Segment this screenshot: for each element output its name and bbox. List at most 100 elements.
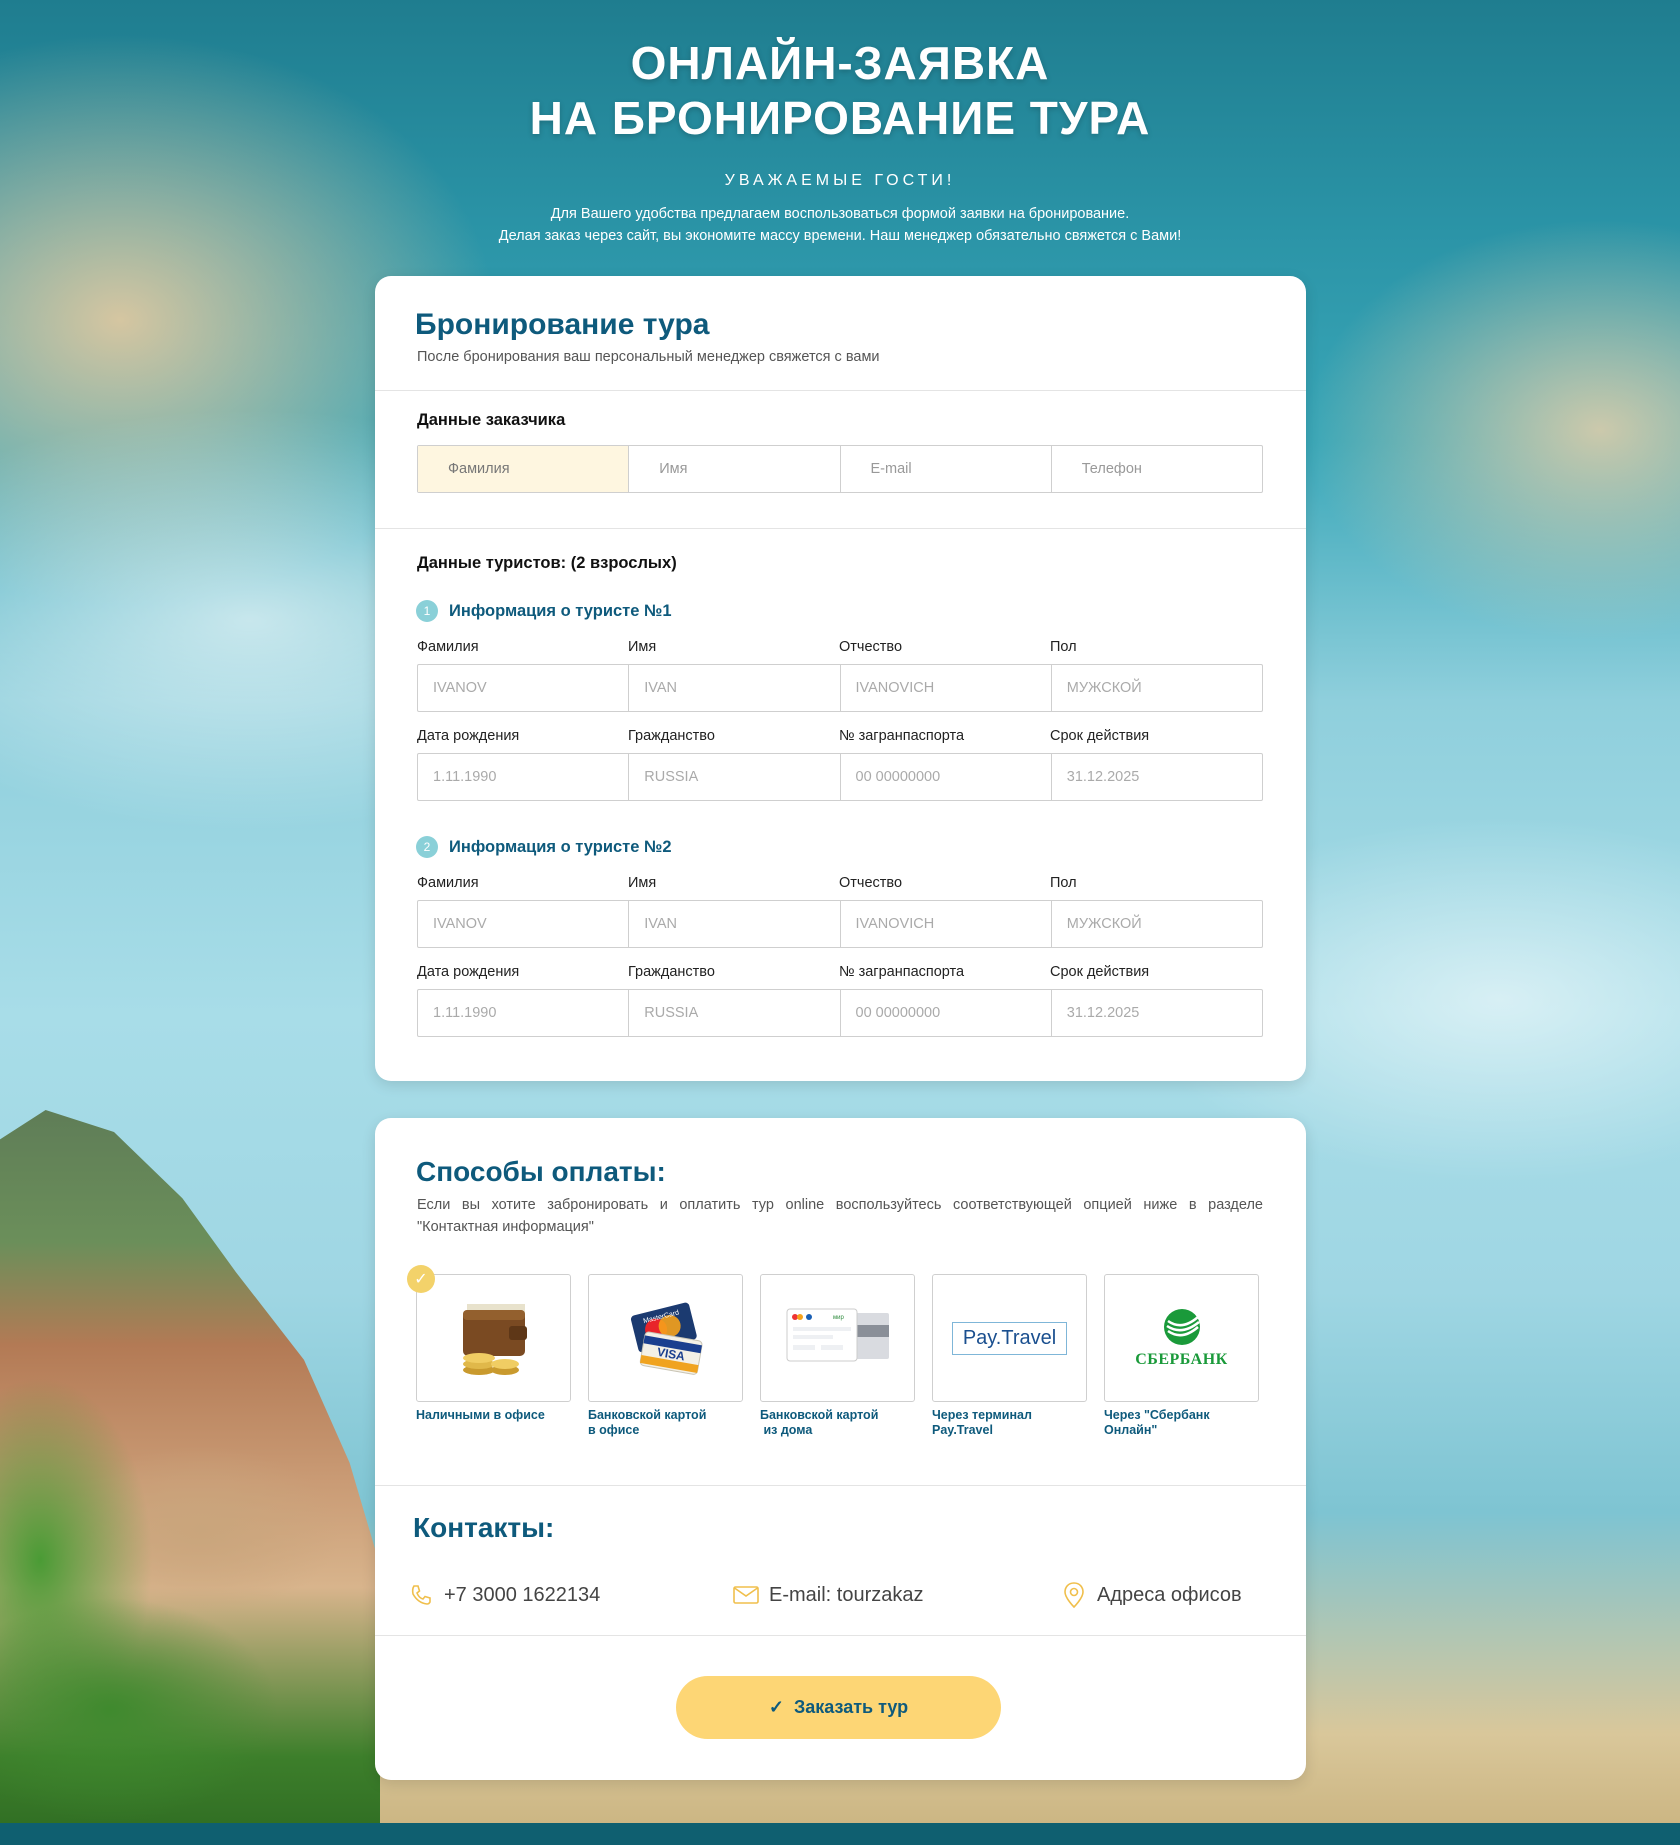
- tourist-2-labels-row-2: Дата рождения Гражданство № загранпаспор…: [417, 964, 1261, 980]
- caption-line: Через терминал: [932, 1408, 1032, 1422]
- island-background: [0, 1110, 380, 1845]
- address-text[interactable]: Адреса офисов: [1097, 1584, 1242, 1607]
- payment-option-box[interactable]: Pay.Travel: [932, 1274, 1087, 1402]
- field-label: Пол: [1050, 639, 1077, 655]
- lastname-input[interactable]: Фамилия: [418, 446, 630, 492]
- tourist-1-header: 1 Информация о туристе №1: [416, 600, 672, 622]
- phone-text[interactable]: +7 3000 1622134: [444, 1584, 600, 1607]
- tourist-1-title: Информация о туристе №1: [449, 601, 672, 620]
- payment-desc-line-1: Если вы хотите забронировать и оплатить …: [417, 1197, 1263, 1213]
- payment-description: Если вы хотите забронировать и оплатить …: [417, 1194, 1263, 1238]
- selected-check-icon: ✓: [407, 1265, 435, 1293]
- hero-title: ОНЛАЙН-ЗАЯВКА НА БРОНИРОВАНИЕ ТУРА: [0, 36, 1680, 146]
- payment-desc-line-2: "Контактная информация": [417, 1219, 594, 1235]
- caption-line: Pay.Travel: [932, 1423, 993, 1437]
- booking-title: Бронирование тура: [415, 308, 710, 341]
- payment-option-paytravel[interactable]: Pay.Travel Через терминал Pay.Travel: [932, 1274, 1087, 1438]
- payment-option-label: Наличными в офисе: [416, 1408, 571, 1423]
- field-label: № загранпаспорта: [839, 728, 965, 744]
- tourist-birthdate-input[interactable]: 1.11.1990: [418, 990, 630, 1036]
- mail-icon: [733, 1582, 759, 1608]
- check-icon: ✓: [768, 1697, 784, 1717]
- caption-line: Банковской картой: [588, 1408, 707, 1422]
- tourist-firstname-input[interactable]: IVAN: [629, 665, 841, 711]
- online-card-tag: мир: [833, 1315, 844, 1321]
- divider: [375, 528, 1306, 529]
- phone-input[interactable]: Телефон: [1052, 446, 1262, 492]
- tourist-gender-select[interactable]: МУЖСКОЙ: [1052, 665, 1262, 711]
- payment-option-box[interactable]: СБЕРБАНК: [1104, 1274, 1259, 1402]
- tourist-gender-select[interactable]: МУЖСКОЙ: [1052, 901, 1262, 947]
- tourist-passport-input[interactable]: 00 00000000: [841, 990, 1052, 1036]
- contacts-title: Контакты:: [413, 1512, 555, 1543]
- payment-option-sberbank[interactable]: СБЕРБАНК Через "Сбербанк Онлайн": [1104, 1274, 1259, 1438]
- cards-icon: MasterCard VISA: [630, 1302, 703, 1375]
- tourist-passport-input[interactable]: 00 00000000: [841, 754, 1052, 800]
- tourist-patronymic-input[interactable]: IVANOVICH: [841, 665, 1052, 711]
- contact-phone[interactable]: +7 3000 1622134: [408, 1582, 600, 1608]
- email-input[interactable]: E-mail: [841, 446, 1052, 492]
- tourist-expiry-input[interactable]: 31.12.2025: [1052, 990, 1262, 1036]
- field-label: Дата рождения: [417, 964, 520, 980]
- hero-subtitle: УВАЖАЕМЫЕ ГОСТИ!: [724, 172, 956, 189]
- field-label: Срок действия: [1050, 964, 1150, 980]
- hero-desc-line-2: Делая заказ через сайт, вы экономите мас…: [498, 228, 1182, 244]
- payment-option-label: Банковской картой в офисе: [588, 1408, 743, 1438]
- payment-option-box[interactable]: MasterCard VISA: [588, 1274, 743, 1402]
- hero-description: Для Вашего удобства предлагаем воспользо…: [0, 203, 1680, 247]
- payment-option-cash[interactable]: ✓ Наличными в офисе: [407, 1265, 571, 1423]
- tourist-lastname-input[interactable]: IVANOV: [418, 901, 630, 947]
- payment-option-label: Банковской картой из дома: [760, 1408, 915, 1438]
- tourist-patronymic-input[interactable]: IVANOVICH: [841, 901, 1052, 947]
- caption-line: в офисе: [588, 1423, 640, 1437]
- tourist-birthdate-input[interactable]: 1.11.1990: [418, 754, 630, 800]
- tourist-citizenship-input[interactable]: RUSSIA: [629, 990, 841, 1036]
- tourist-expiry-input[interactable]: 31.12.2025: [1052, 754, 1262, 800]
- payment-option-box[interactable]: ✓: [407, 1265, 571, 1402]
- field-label: Имя: [628, 639, 657, 655]
- firstname-input[interactable]: Имя: [629, 446, 841, 492]
- tourist-citizenship-input[interactable]: RUSSIA: [629, 754, 841, 800]
- email-text[interactable]: E-mail: tourzakaz: [769, 1584, 924, 1607]
- wallet-icon: [462, 1304, 527, 1375]
- tourist-lastname-input[interactable]: IVANOV: [418, 665, 630, 711]
- tourist-1-labels-row-1: Фамилия Имя Отчество Пол: [417, 639, 1261, 655]
- payment-option-label: Через терминал Pay.Travel: [932, 1408, 1087, 1438]
- caption-line: Банковской картой: [760, 1408, 879, 1422]
- tourist-2-fields-row-1: IVANOV IVAN IVANOVICH МУЖСКОЙ: [417, 900, 1263, 948]
- field-label: Пол: [1050, 875, 1077, 891]
- tourist-2-header: 2 Информация о туристе №2: [416, 836, 672, 858]
- field-label: Отчество: [839, 639, 903, 655]
- order-tour-button[interactable]: ✓ Заказать тур: [676, 1676, 1001, 1739]
- divider: [375, 390, 1306, 391]
- tourist-2-labels-row-1: Фамилия Имя Отчество Пол: [417, 875, 1261, 891]
- payment-option-card-home[interactable]: мир Банковской картой из дома: [760, 1274, 915, 1438]
- booking-card: Бронирование тура После бронирования ваш…: [375, 276, 1306, 1081]
- field-label: Имя: [628, 875, 657, 891]
- divider: [375, 1485, 1306, 1486]
- contact-address[interactable]: Адреса офисов: [1061, 1582, 1242, 1608]
- divider: [375, 1635, 1306, 1636]
- sberbank-logo: СБЕРБАНК: [1135, 1351, 1228, 1368]
- customer-section-label: Данные заказчика: [417, 411, 566, 429]
- footer-strip: [0, 1823, 1680, 1845]
- tourist-1-labels-row-2: Дата рождения Гражданство № загранпаспор…: [417, 728, 1261, 744]
- field-label: Гражданство: [628, 964, 715, 980]
- tourist-firstname-input[interactable]: IVAN: [629, 901, 841, 947]
- booking-subtitle: После бронирования ваш персональный мене…: [417, 349, 880, 365]
- tourist-1-number: 1: [416, 600, 438, 622]
- contact-email[interactable]: E-mail: tourzakaz: [733, 1582, 924, 1608]
- tourist-2-title: Информация о туристе №2: [449, 837, 672, 856]
- hero-title-line-1: ОНЛАЙН-ЗАЯВКА: [630, 37, 1050, 89]
- field-label: Срок действия: [1050, 728, 1150, 744]
- customer-fields-row: Фамилия Имя E-mail Телефон: [417, 445, 1263, 493]
- tourist-1-fields-row-2: 1.11.1990 RUSSIA 00 00000000 31.12.2025: [417, 753, 1263, 801]
- payment-card: Способы оплаты: Если вы хотите заброниро…: [375, 1118, 1306, 1780]
- payment-option-box[interactable]: мир: [760, 1274, 915, 1402]
- caption-line: Наличными в офисе: [416, 1408, 545, 1422]
- paytravel-logo: Pay.Travel: [951, 1321, 1068, 1355]
- hero-title-line-2: НА БРОНИРОВАНИЕ ТУРА: [529, 92, 1151, 144]
- field-label: Гражданство: [628, 728, 715, 744]
- payment-option-card-office[interactable]: MasterCard VISA Банковской картой в офис…: [588, 1274, 743, 1438]
- caption-line: из дома: [760, 1423, 813, 1437]
